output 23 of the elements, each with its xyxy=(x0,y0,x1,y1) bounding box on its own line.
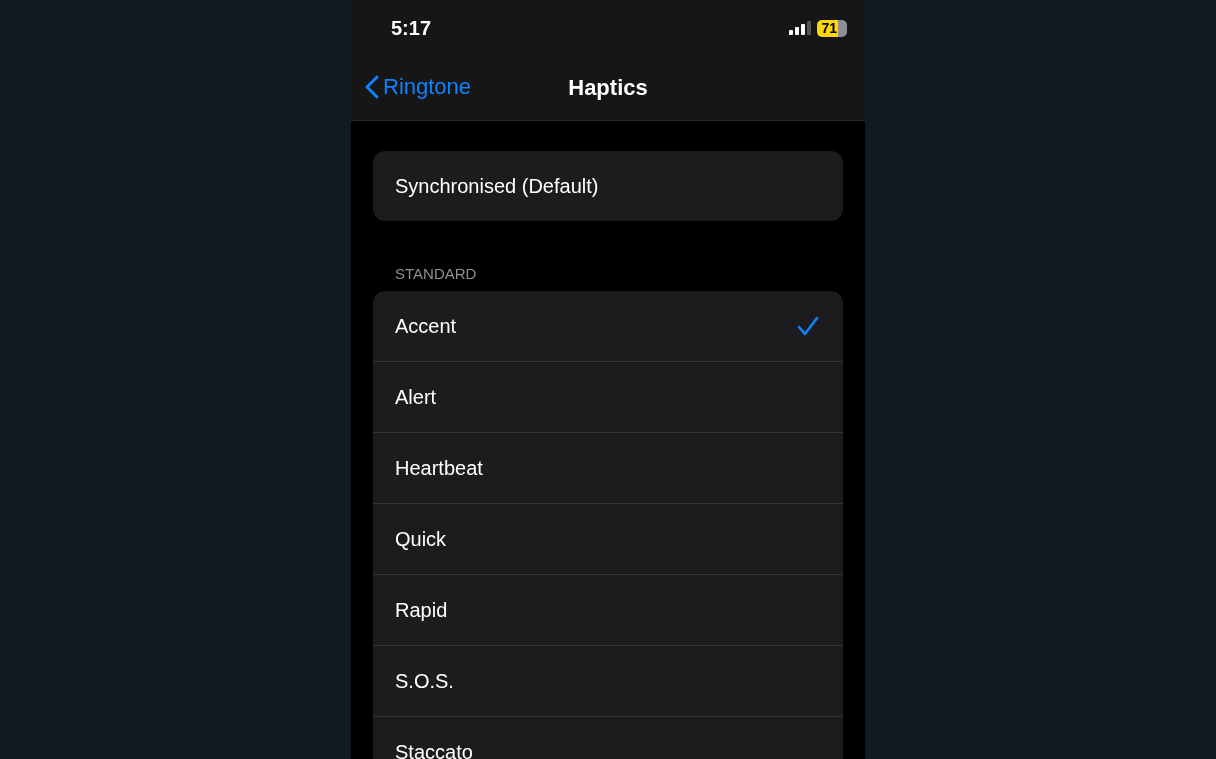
haptic-option[interactable]: Staccato xyxy=(373,717,843,759)
option-label: S.O.S. xyxy=(395,669,454,693)
haptic-option[interactable]: Quick xyxy=(373,504,843,575)
haptic-option[interactable]: Heartbeat xyxy=(373,433,843,504)
option-label: Accent xyxy=(395,314,457,338)
option-label: Rapid xyxy=(395,598,448,622)
battery-indicator: 71 xyxy=(817,19,847,37)
page-title: Haptics xyxy=(568,75,648,101)
haptic-option[interactable]: S.O.S. xyxy=(373,646,843,717)
status-time: 5:17 xyxy=(391,16,432,40)
haptic-option[interactable]: Alert xyxy=(373,362,843,433)
option-label: Staccato xyxy=(395,740,473,759)
back-button[interactable]: Ringtone xyxy=(361,70,476,104)
option-label: Quick xyxy=(395,527,447,551)
section-header: STANDARD xyxy=(395,265,478,282)
haptic-option[interactable]: Accent xyxy=(373,291,843,362)
haptic-option[interactable]: Synchronised (Default) xyxy=(373,151,843,221)
chevron-left-icon xyxy=(365,75,379,99)
signal-icon xyxy=(789,21,812,35)
haptic-option[interactable]: Rapid xyxy=(373,575,843,646)
option-label: Heartbeat xyxy=(395,456,483,480)
option-label: Alert xyxy=(395,385,437,409)
option-label: Synchronised (Default) xyxy=(395,174,599,198)
